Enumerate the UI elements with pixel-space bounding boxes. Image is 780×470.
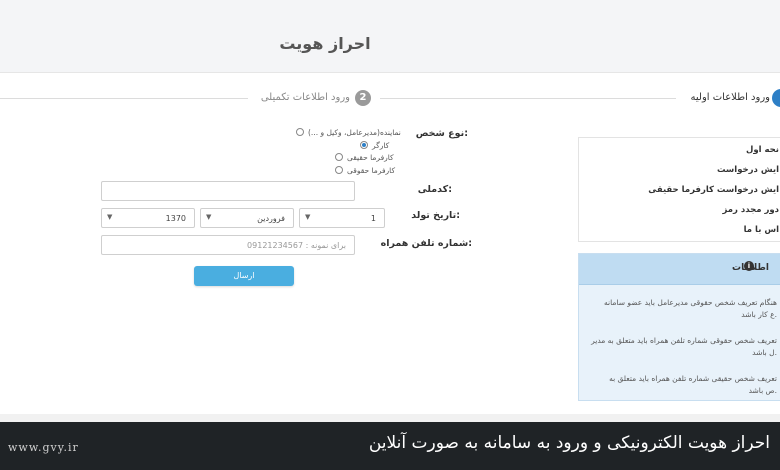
birth-year-select[interactable]: ▼ 1370: [101, 208, 195, 228]
step-connector-left: [0, 98, 248, 99]
info-paragraph-2-line-1: تعریف شخص حقوقی شماره تلفن همراه باید مت…: [591, 336, 777, 345]
national-code-input[interactable]: [101, 181, 355, 201]
info-paragraph-3-line-2: ص باشد.: [748, 386, 777, 395]
info-paragraph-1-line-1: هنگام تعریف شخص حقوقی مدیرعامل باید عضو …: [604, 298, 777, 307]
phone-input[interactable]: برای نمونه : 09121234567: [101, 235, 355, 255]
step-1-label[interactable]: ورود اطلاعات اولیه: [680, 92, 770, 103]
info-paragraph-3-line-1: تعریف شخص حقیقی شماره تلفن همراه باید مت…: [609, 374, 777, 383]
birth-month-value: فروردین: [257, 214, 285, 223]
radio-worker[interactable]: کارگر: [360, 139, 389, 151]
menu-item-contact[interactable]: اس با ما: [579, 225, 779, 235]
chevron-down-icon: ▼: [206, 213, 212, 221]
info-title: اطلاعات: [699, 263, 769, 273]
watermark-text: www.gvy.ir: [8, 441, 79, 454]
birth-day-value: 1: [370, 214, 376, 223]
radio-worker-input[interactable]: [360, 141, 368, 149]
info-paragraph-2-line-2: ل باشد.: [752, 348, 777, 357]
side-menu: نحه اول ایش درخواست ایش درخواست کارفرما …: [578, 137, 780, 242]
info-paragraph-1-line-2: ع کار باشد.: [741, 310, 777, 319]
menu-item-home[interactable]: نحه اول: [579, 145, 779, 155]
page-title: احراز هویت: [279, 34, 371, 53]
chevron-down-icon: ▼: [107, 213, 113, 221]
step-2-indicator[interactable]: 2: [355, 90, 371, 106]
radio-employer-legal-input[interactable]: [335, 166, 343, 174]
radio-employer-legal[interactable]: کارفرما حقوقی: [335, 164, 395, 176]
menu-item-employer-request[interactable]: ایش درخواست کارفرما حقیقی: [579, 185, 779, 195]
info-box: اطلاعات هنگام تعریف شخص حقوقی مدیرعامل ب…: [578, 253, 780, 401]
submit-button[interactable]: ارسال: [194, 266, 294, 286]
radio-worker-label: کارگر: [372, 140, 390, 150]
step-2-label[interactable]: ورود اطلاعات تکمیلی: [250, 92, 350, 103]
step-connector-right: [380, 98, 676, 99]
radio-employer-legal-label: کارفرما حقوقی: [347, 165, 396, 175]
birth-month-select[interactable]: ▼ فروردین: [200, 208, 294, 228]
caption-text: احراز هویت الکترونیکی و ورود به سامانه ب…: [368, 433, 770, 453]
radio-representative[interactable]: نماینده(مدیرعامل، وکیل و ...): [296, 126, 401, 138]
birth-day-select[interactable]: ▼ 1: [299, 208, 385, 228]
phone-placeholder: برای نمونه : 09121234567: [247, 241, 346, 250]
radio-representative-label: نماینده(مدیرعامل، وکیل و ...): [308, 127, 401, 137]
radio-employer-individual[interactable]: کارفرما حقیقی: [335, 151, 394, 163]
radio-representative-input[interactable]: [296, 128, 304, 136]
menu-item-request-status[interactable]: ایش درخواست: [579, 165, 779, 175]
radio-employer-individual-input[interactable]: [335, 153, 343, 161]
menu-item-password-reset[interactable]: دور مجدد رمز: [579, 205, 779, 215]
info-icon: i: [744, 261, 754, 271]
caption-divider: [0, 414, 780, 422]
chevron-down-icon: ▼: [305, 213, 311, 221]
step-1-indicator[interactable]: [772, 89, 780, 107]
radio-employer-individual-label: کارفرما حقیقی: [347, 152, 394, 162]
birth-year-value: 1370: [165, 214, 186, 223]
